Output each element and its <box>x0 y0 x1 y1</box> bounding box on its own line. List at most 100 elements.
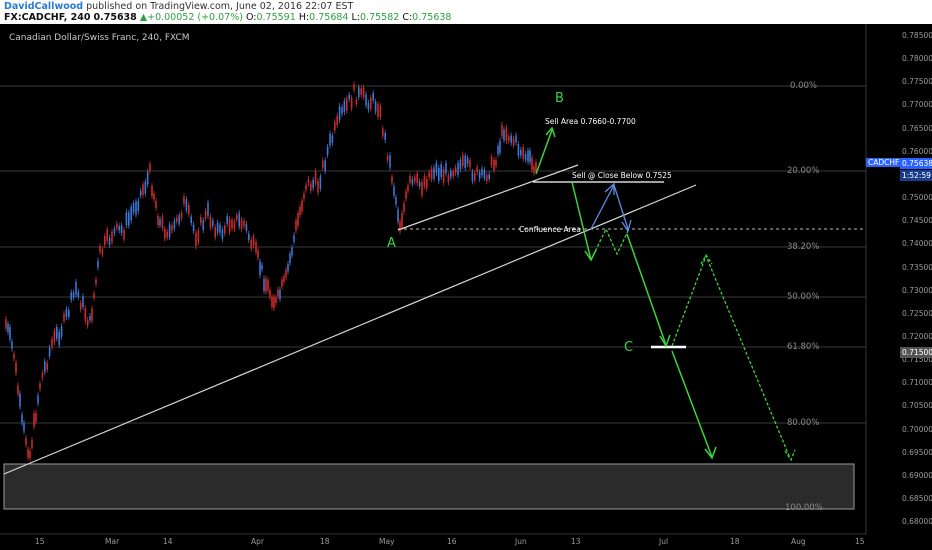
candle-body <box>75 282 77 295</box>
candle-body <box>374 101 377 112</box>
publish-text: published on TradingView.com, June 02, 2… <box>83 1 354 12</box>
candle-body <box>476 167 478 173</box>
candle-body <box>457 162 459 175</box>
candle-body <box>462 154 464 166</box>
green-projection-dashed <box>590 227 796 462</box>
candle-body <box>39 383 41 389</box>
candle-body <box>533 166 535 173</box>
candle-body <box>93 293 95 299</box>
price-tick: 0.72000 <box>902 331 932 341</box>
candle-body <box>269 289 271 298</box>
candle-body <box>142 184 144 196</box>
open-value: 0.75591 <box>256 12 296 23</box>
candle-body <box>178 215 180 224</box>
candle-body <box>297 213 299 226</box>
symbol-info: FX:CADCHF, 240 0.75638 ▲+0.00052 (+0.07%… <box>4 12 451 23</box>
candle-body <box>113 228 116 234</box>
chart-title: Canadian Dollar/Swiss Franc, 240, FXCM <box>9 33 190 43</box>
close-value: 0.75638 <box>412 12 452 23</box>
chart-canvas[interactable] <box>0 24 932 550</box>
confluence-label: Confluence Area <box>519 225 581 234</box>
target-zone-box[interactable] <box>3 463 855 510</box>
candle-body <box>190 216 192 223</box>
price-tick: 0.73000 <box>902 285 932 295</box>
candle-body <box>285 269 287 278</box>
candle-body <box>108 237 111 246</box>
candle-body <box>125 212 128 226</box>
price-tick: 0.71000 <box>902 378 932 388</box>
sell-area-label: Sell Area 0.7660-0.7700 <box>545 117 636 126</box>
candle-body <box>391 176 393 183</box>
candle-body <box>279 289 281 300</box>
candle-body <box>305 185 307 190</box>
candle-body <box>281 279 283 288</box>
countdown-tag: 1:52:59 <box>900 170 932 181</box>
candle-body <box>200 217 202 224</box>
candle-body <box>336 115 338 125</box>
candle-body <box>454 167 457 173</box>
candle-body <box>329 133 331 146</box>
candle-body <box>197 230 200 243</box>
candle-body <box>307 178 310 183</box>
candle-body <box>287 264 289 272</box>
candle-body <box>428 172 430 178</box>
chart-area[interactable]: Canadian Dollar/Swiss Franc, 240, FXCM 0… <box>0 24 932 550</box>
candle-body <box>245 224 248 231</box>
candle-body <box>95 279 97 285</box>
price-tick: 0.68000 <box>902 517 932 527</box>
candle-body <box>21 414 23 423</box>
time-tick: 18 <box>730 537 740 546</box>
candle-body <box>118 226 120 231</box>
open-label: O: <box>245 12 257 23</box>
candle-body <box>483 169 486 179</box>
candle-body <box>414 177 416 182</box>
candle-body <box>9 326 11 340</box>
candle-body <box>341 107 343 114</box>
candle-body <box>89 316 91 321</box>
candle-body <box>346 98 348 111</box>
candle-body <box>123 230 125 240</box>
candle-body <box>372 93 374 101</box>
candle-body <box>116 223 118 229</box>
candle-body <box>430 168 433 180</box>
candle-body <box>355 99 358 105</box>
short-trendline[interactable] <box>397 164 579 231</box>
candle-body <box>5 319 7 329</box>
candle-body <box>68 309 70 317</box>
candle-body <box>135 201 137 215</box>
candle-body <box>151 185 153 197</box>
price-tick: 0.77500 <box>902 77 932 87</box>
candle-body <box>273 297 275 309</box>
candle-body <box>60 326 63 337</box>
candle-body <box>382 128 384 136</box>
candle-body <box>139 190 142 196</box>
candle-body <box>250 239 252 249</box>
candle-body <box>303 193 305 199</box>
price-tick: 0.72500 <box>902 308 932 318</box>
candle-body <box>238 212 240 227</box>
candle-body <box>481 168 483 176</box>
candle-body <box>486 175 488 182</box>
price-change: ▲+0.00052 (+0.07%) <box>139 12 243 23</box>
author-link[interactable]: DavidCallwood <box>4 1 83 12</box>
candle-body <box>31 440 33 448</box>
candle-body <box>159 219 161 226</box>
candle-body <box>277 289 279 297</box>
wave-label-b: B <box>555 91 564 106</box>
candle-body <box>27 449 29 458</box>
price-tick: 0.74500 <box>902 216 932 226</box>
candle-body <box>56 326 58 339</box>
candle-body <box>263 278 265 292</box>
candle-body <box>503 129 505 141</box>
low-label: L: <box>351 12 361 23</box>
candle-body <box>161 216 164 228</box>
blue-projection <box>590 182 632 233</box>
candle-body <box>137 200 140 212</box>
candle-body <box>13 353 15 359</box>
candle-body <box>459 159 462 170</box>
candle-body <box>324 160 326 172</box>
long-trendline[interactable] <box>3 184 697 475</box>
candle-body <box>435 162 438 174</box>
candle-body <box>416 173 418 184</box>
candle-body <box>41 372 44 378</box>
